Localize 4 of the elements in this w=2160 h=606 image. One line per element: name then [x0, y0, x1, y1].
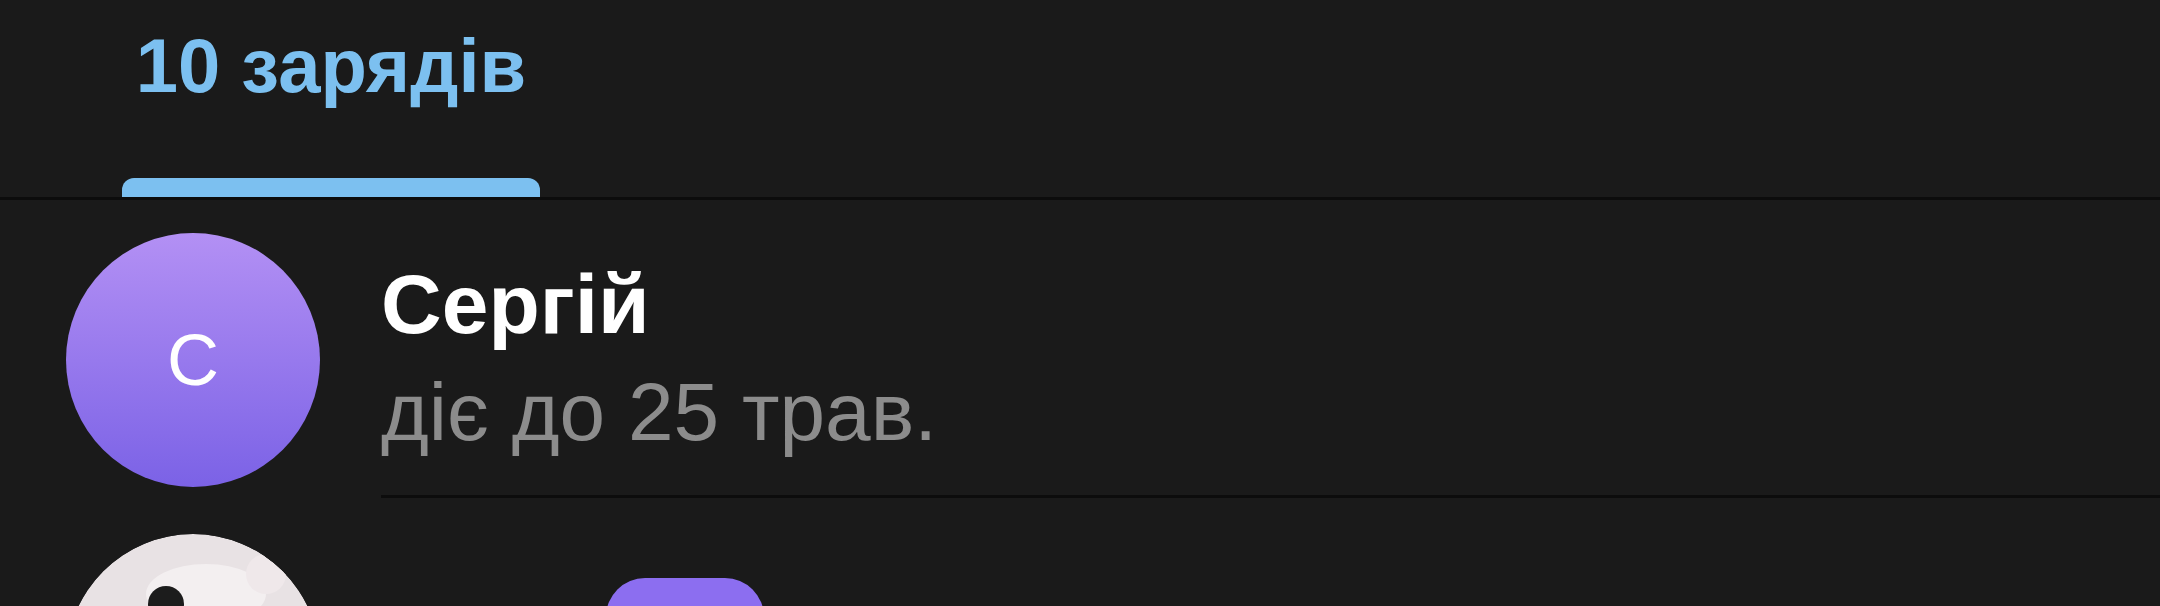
- tab[interactable]: 10 зарядів: [122, 0, 540, 197]
- avatar: С: [66, 233, 320, 487]
- contact-status: діє до 25 трав.: [381, 364, 939, 459]
- contact-name: Сергій: [381, 256, 650, 353]
